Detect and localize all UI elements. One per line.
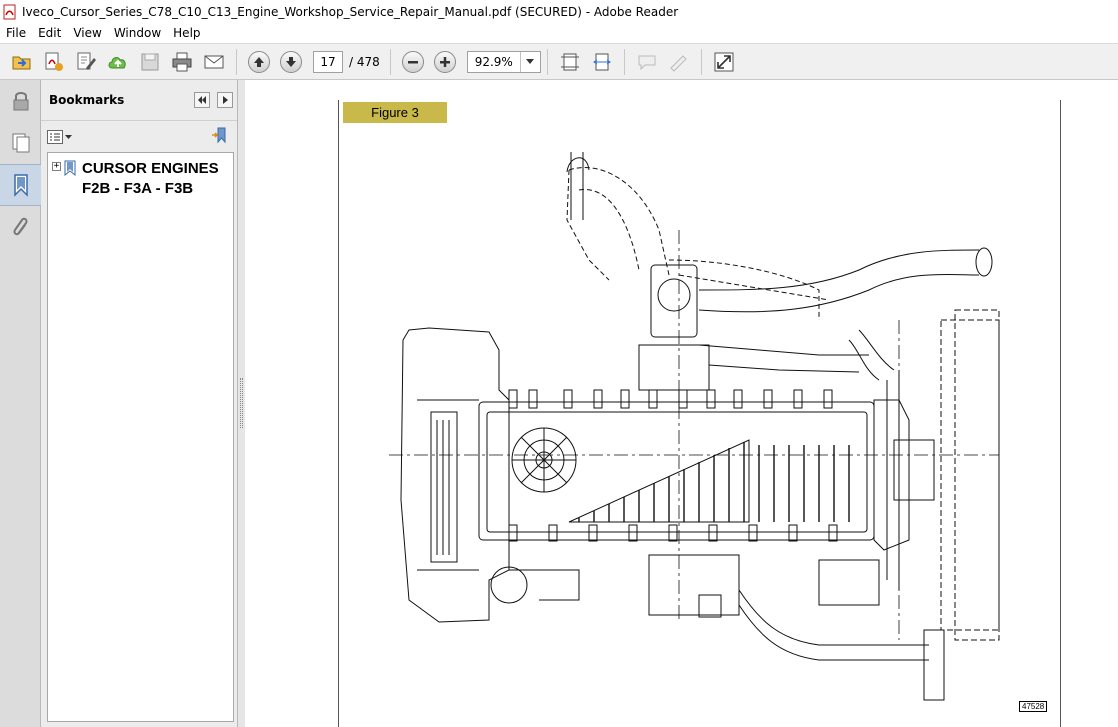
next-page-button[interactable]	[275, 47, 307, 77]
edit-document-icon	[77, 52, 96, 70]
menu-window[interactable]: Window	[108, 26, 167, 40]
security-button[interactable]	[0, 80, 41, 122]
fit-width-icon	[592, 53, 611, 70]
comment-icon	[638, 55, 656, 70]
upload-button[interactable]	[102, 47, 134, 77]
splitter-grip[interactable]	[240, 378, 243, 428]
toolbar-separator	[700, 48, 702, 75]
find-bookmark-button[interactable]	[211, 126, 229, 147]
comment-button[interactable]	[631, 47, 663, 77]
engine-drawing	[389, 152, 1000, 701]
menu-help[interactable]: Help	[167, 26, 206, 40]
toolbar-separator	[389, 48, 391, 75]
open-button[interactable]	[6, 47, 38, 77]
save-button[interactable]	[134, 47, 166, 77]
page-total: / 478	[349, 54, 380, 69]
chevron-down-icon[interactable]	[519, 51, 540, 72]
toolbar-separator	[236, 48, 237, 75]
lock-icon	[13, 92, 28, 111]
toolbar-separator	[623, 48, 625, 75]
navigation-rail	[0, 80, 41, 727]
open-icon	[12, 56, 31, 69]
sign-button[interactable]	[663, 47, 695, 77]
document-view[interactable]: Figure 3 47528	[245, 80, 1118, 727]
minus-icon	[407, 60, 418, 63]
pdf-page: Figure 3 47528	[338, 100, 1061, 727]
menu-view[interactable]: View	[67, 26, 107, 40]
zoom-value: 92.9%	[474, 54, 513, 69]
email-button[interactable]	[198, 47, 230, 77]
page-number-input[interactable]	[313, 50, 343, 73]
figure-id: 47528	[1019, 701, 1048, 712]
paperclip-icon	[13, 217, 27, 236]
bookmark-label: CURSOR ENGINES F2B - F3A - F3B	[82, 160, 219, 197]
fit-width-button[interactable]	[586, 47, 618, 77]
bookmark-item[interactable]: + CURSOR ENGINES F2B - F3A - F3B	[48, 153, 233, 205]
arrow-down-icon	[286, 56, 296, 67]
full-screen-button[interactable]	[708, 47, 740, 77]
envelope-icon	[204, 55, 224, 68]
expand-panel-button[interactable]	[217, 92, 233, 108]
bookmarks-toolbar	[41, 120, 237, 152]
double-chevron-left-icon	[198, 96, 207, 104]
expand-icon	[714, 52, 734, 71]
bookmarks-header: Bookmarks	[41, 80, 237, 120]
bookmark-ribbon-icon	[13, 174, 28, 197]
collapse-panel-button[interactable]	[194, 92, 211, 108]
expand-toggle[interactable]: +	[52, 162, 61, 171]
bookmark-options-button[interactable]	[47, 129, 72, 144]
arrow-up-icon	[254, 56, 264, 67]
menu-file[interactable]: File	[0, 26, 32, 40]
edit-button[interactable]	[70, 47, 102, 77]
page-thumbnails-button[interactable]	[0, 122, 41, 164]
bookmarks-title: Bookmarks	[49, 93, 125, 107]
create-pdf-icon	[45, 52, 63, 71]
zoom-in-button[interactable]	[429, 47, 461, 77]
bookmarks-panel: Bookmarks + CURSOR ENGINES F2B - F3A - F…	[41, 80, 238, 727]
zoom-out-button[interactable]	[397, 47, 429, 77]
bookmark-find-icon	[212, 127, 226, 144]
title-bar: Iveco_Cursor_Series_C78_C10_C13_Engine_W…	[0, 0, 1118, 23]
save-icon	[141, 53, 159, 70]
pen-icon	[670, 54, 687, 72]
bookmarks-tree: + CURSOR ENGINES F2B - F3A - F3B	[47, 152, 234, 722]
bookmark-icon	[64, 160, 76, 176]
fit-page-button[interactable]	[554, 47, 586, 77]
previous-page-button[interactable]	[243, 47, 275, 77]
menu-bar: File Edit View Window Help	[0, 23, 1118, 43]
chevron-right-icon	[223, 96, 228, 104]
options-list-icon	[47, 129, 63, 144]
cloud-upload-icon	[108, 56, 126, 68]
panel-splitter[interactable]	[238, 80, 245, 727]
chevron-down-icon	[65, 134, 72, 139]
menu-edit[interactable]: Edit	[32, 26, 67, 40]
pages-icon	[12, 133, 29, 153]
plus-icon	[439, 56, 450, 67]
pdf-file-icon	[3, 4, 16, 19]
create-pdf-button[interactable]	[38, 47, 70, 77]
zoom-select[interactable]: 92.9%	[466, 50, 541, 73]
print-button[interactable]	[166, 47, 198, 77]
window-title: Iveco_Cursor_Series_C78_C10_C13_Engine_W…	[22, 4, 679, 19]
fit-page-icon	[560, 53, 579, 70]
figure-label: Figure 3	[343, 102, 447, 123]
bookmarks-button[interactable]	[0, 164, 41, 206]
attachments-button[interactable]	[0, 206, 41, 248]
printer-icon	[172, 52, 192, 71]
toolbar: / 478 92.9%	[0, 43, 1118, 80]
toolbar-separator	[546, 48, 548, 75]
